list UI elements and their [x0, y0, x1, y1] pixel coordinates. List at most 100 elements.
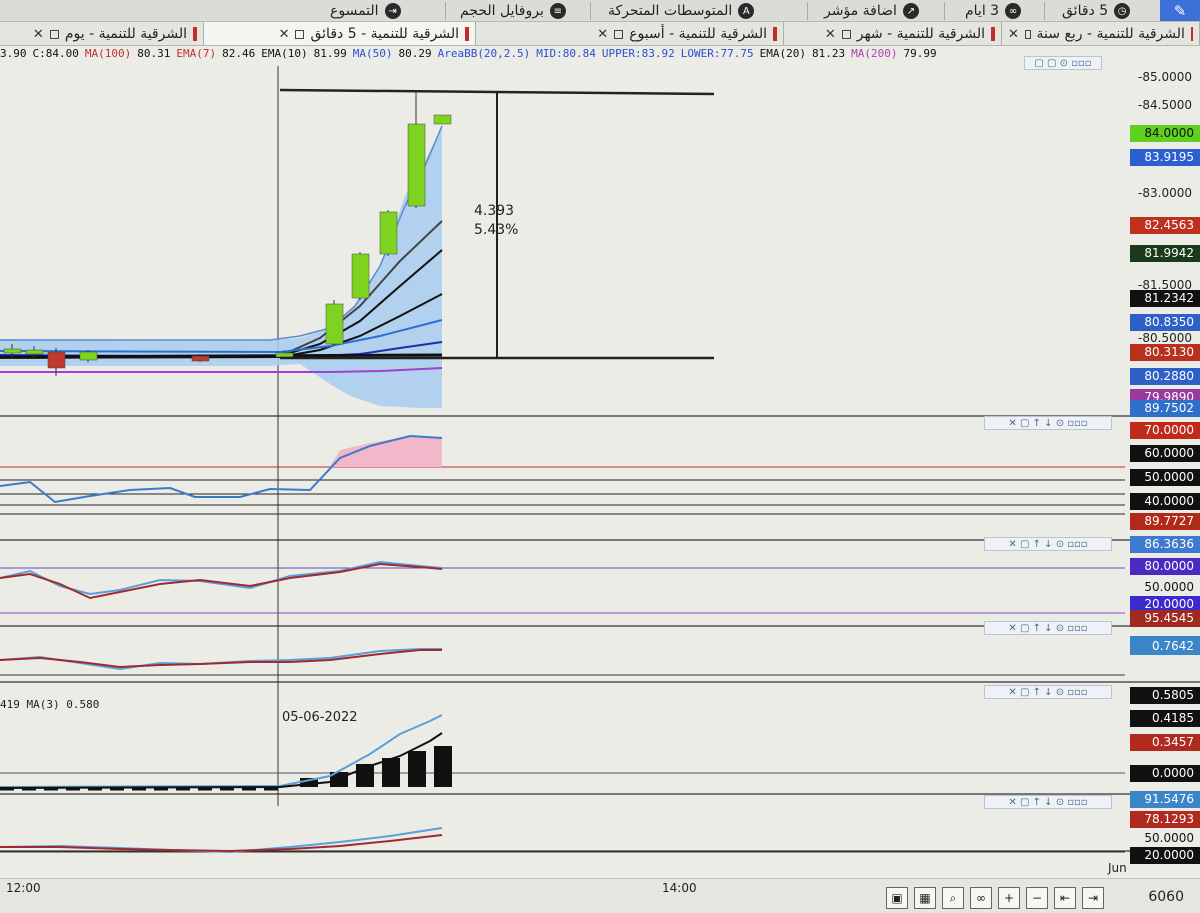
- legend-item: 79.99: [903, 47, 937, 60]
- toolbar-separator: [944, 2, 945, 20]
- rsi_tags-tag: 40.0000: [1130, 493, 1200, 510]
- price_tags-tag: 81.2342: [1130, 290, 1200, 307]
- scroll-end-button[interactable]: ⇥: [1082, 887, 1104, 909]
- toolbar-item-2[interactable]: ↗ اضافة مؤشر: [824, 0, 919, 21]
- top-toolbar: ◷ 5 دقائق ∞ 3 ايام ↗ اضافة مؤشر A المتوسطات الم…: [0, 0, 1200, 22]
- scroll-start-button[interactable]: ⇤: [1054, 887, 1076, 909]
- macd_tags-tag: 0.3457: [1130, 734, 1200, 751]
- save-image-button[interactable]: ▦: [914, 887, 936, 909]
- tab-3[interactable]: ✕ الشرقية للتنمية - 5 دقائق: [204, 22, 476, 45]
- price_tags-tag: 82.4563: [1130, 217, 1200, 234]
- pencil-icon[interactable]: ✎: [1160, 0, 1200, 21]
- price_tags-tag: 83.9195: [1130, 149, 1200, 166]
- legend-item: EMA(7): [176, 47, 217, 60]
- price_tags-tag: 80.8350: [1130, 314, 1200, 331]
- toolbar-item-0[interactable]: ◷ 5 دقائق: [1062, 0, 1131, 21]
- macd_tags-tag: 0.7642: [1130, 638, 1200, 655]
- indicator-icon: ↗: [902, 3, 919, 19]
- candle-body: [325, 303, 344, 345]
- price-axis-label: -83.0000: [1138, 186, 1192, 200]
- legend-controls[interactable]: ▢ ▢ ⊙ ▫▫▫: [1024, 56, 1102, 70]
- pane6_tags-tag: 20.0000: [1130, 847, 1200, 864]
- toolbar-item-4[interactable]: ≡ بروفايل الحجم: [460, 0, 566, 21]
- close-icon[interactable]: ✕: [1008, 27, 1019, 42]
- macd_tags-tag: 0.0000: [1130, 765, 1200, 782]
- tab-4[interactable]: ✕ الشرقية للتنمية - يوم: [0, 22, 204, 45]
- ma100-line: [0, 353, 443, 359]
- toolbar-label: المتوسطات المتحركة: [608, 3, 733, 19]
- candle-body: [191, 355, 210, 362]
- chart-area[interactable]: 4.393 5.43% 05-06-2022 419 MA(3) 0.580 ▢…: [0, 56, 1200, 878]
- legend-item: 82.46: [222, 47, 256, 60]
- zoom-select-button[interactable]: ⌕: [942, 887, 964, 909]
- chart-canvas[interactable]: [0, 66, 1200, 878]
- close-icon[interactable]: ✕: [825, 27, 836, 42]
- pane6_tags-tag: 78.1293: [1130, 811, 1200, 828]
- time-label-right: Jun: [1108, 861, 1127, 875]
- legend-item: 80.31: [137, 47, 171, 60]
- measure-percent: 5.43%: [474, 222, 519, 238]
- price-axis-label: -85.0000: [1138, 70, 1192, 84]
- macd-line: [0, 714, 443, 788]
- stoch_tags-tag: 80.0000: [1130, 558, 1200, 575]
- toolbar-item-5[interactable]: ⇥ التمسوع: [330, 0, 401, 21]
- link-button[interactable]: ∞: [970, 887, 992, 909]
- maximize-icon[interactable]: [295, 29, 305, 39]
- close-icon[interactable]: ✕: [33, 27, 44, 42]
- tab-2[interactable]: ✕ الشرقية للتنمية - أسبوع: [476, 22, 784, 45]
- rsi_tags-tag: 89.7727: [1130, 513, 1200, 530]
- toolbar-label: 5 دقائق: [1062, 3, 1109, 19]
- moving-average-icon: A: [738, 3, 755, 19]
- legend-item: 81.99: [313, 47, 347, 60]
- legend-item: EMA(10): [261, 47, 308, 60]
- maximize-icon[interactable]: [49, 29, 59, 39]
- close-icon[interactable]: ✕: [597, 27, 608, 42]
- stoch-k-line: [0, 560, 443, 596]
- bars-count: 6060: [1148, 889, 1184, 905]
- toolbar-item-3[interactable]: A المتوسطات المتحركة: [608, 0, 755, 21]
- tab-label: الشرقية للتنمية - ربع سنة: [1036, 26, 1185, 42]
- rsi-pane-controls[interactable]: ✕ ▢ ↑ ↓ ⊙ ▫▫▫: [984, 416, 1112, 430]
- maximize-icon[interactable]: [1024, 29, 1031, 39]
- pane4-controls[interactable]: ✕ ▢ ↑ ↓ ⊙ ▫▫▫: [984, 621, 1112, 635]
- toolbar-separator: [807, 2, 808, 20]
- legend-item: LOWER:77.75: [680, 47, 754, 60]
- maximize-icon[interactable]: [841, 29, 851, 39]
- toolbar-separator: [1044, 2, 1045, 20]
- close-icon[interactable]: ✕: [279, 27, 290, 42]
- screenshot-button[interactable]: ▣: [886, 887, 908, 909]
- price_tags-tag: 80.2880: [1130, 368, 1200, 385]
- stoch_tags-tag: 86.3636: [1130, 536, 1200, 553]
- price_tags-tag: 84.0000: [1130, 125, 1200, 142]
- price-axis-label: -80.5000: [1138, 331, 1192, 345]
- measure-change: 4.393: [474, 203, 515, 219]
- tab-flag-icon: [991, 27, 995, 41]
- legend-item: 3.90: [0, 47, 27, 60]
- tab-1[interactable]: ✕ الشرقية للتنمية - شهر: [784, 22, 1002, 45]
- price-axis-label: -84.5000: [1138, 98, 1192, 112]
- tab-label: الشرقية للتنمية - أسبوع: [629, 26, 767, 42]
- maximize-icon[interactable]: [614, 29, 624, 39]
- rsi_tags-tag: 70.0000: [1130, 422, 1200, 439]
- time-label-mid: 14:00: [662, 881, 697, 895]
- toolbar-label: اضافة مؤشر: [824, 3, 897, 19]
- stoch-pane-controls[interactable]: ✕ ▢ ↑ ↓ ⊙ ▫▫▫: [984, 537, 1112, 551]
- legend-item: EMA(20): [759, 47, 806, 60]
- rsi_tags-tag: 60.0000: [1130, 445, 1200, 462]
- tab-label: الشرقية للتنمية - شهر: [856, 26, 985, 42]
- zoom-in-button[interactable]: +: [998, 887, 1020, 909]
- toolbar-item-1[interactable]: ∞ 3 ايام: [965, 0, 1022, 21]
- tab-flag-icon: [465, 27, 469, 41]
- ma3-label: 419 MA(3) 0.580: [0, 698, 100, 711]
- macd-pane-controls[interactable]: ✕ ▢ ↑ ↓ ⊙ ▫▫▫: [984, 685, 1112, 699]
- stoch_tags-tag: 95.4545: [1130, 610, 1200, 627]
- legend-item: MA(100): [84, 47, 132, 60]
- tab-0[interactable]: ✕ الشرقية للتنمية - ربع سنة: [1002, 22, 1200, 45]
- zoom-out-button[interactable]: −: [1026, 887, 1048, 909]
- candle-body: [3, 348, 22, 354]
- pane6-controls[interactable]: ✕ ▢ ↑ ↓ ⊙ ▫▫▫: [984, 795, 1112, 809]
- toolbar-label: 3 ايام: [965, 3, 1000, 19]
- tab-flag-icon: [773, 27, 777, 41]
- legend-item: C:84.00: [32, 47, 79, 60]
- macd-histogram-bar: [408, 751, 426, 787]
